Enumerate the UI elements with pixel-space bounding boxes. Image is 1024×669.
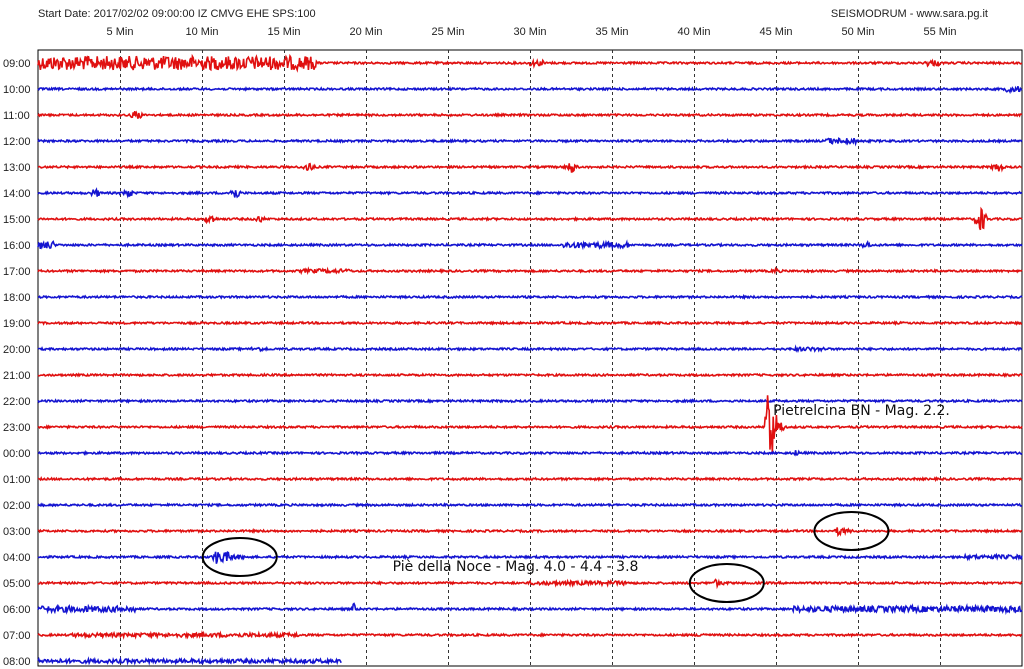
row-time-label: 15:00 xyxy=(3,214,31,226)
trace-red-row xyxy=(37,266,1023,276)
row-time-label: 04:00 xyxy=(3,552,31,564)
trace-blue-row xyxy=(37,656,342,666)
trace-red-row xyxy=(37,526,1023,538)
event-annotation: Piè della Noce - Mag. 4.0 - 4.4 - 3.8 xyxy=(393,559,639,575)
x-tick-label: 5 Min xyxy=(107,26,134,38)
row-time-label: 07:00 xyxy=(3,630,31,642)
row-time-label: 18:00 xyxy=(3,292,31,304)
x-tick-label: 40 Min xyxy=(677,26,710,38)
row-time-label: 10:00 xyxy=(3,84,31,96)
row-time-label: 02:00 xyxy=(3,500,31,512)
row-time-label: 14:00 xyxy=(3,188,31,200)
x-tick-label: 55 Min xyxy=(923,26,956,38)
row-time-label: 22:00 xyxy=(3,396,31,408)
row-time-label: 11:00 xyxy=(3,110,30,122)
row-time-label: 17:00 xyxy=(3,266,31,278)
x-tick-label: 30 Min xyxy=(513,26,546,38)
row-time-label: 12:00 xyxy=(3,136,31,148)
trace-blue-row xyxy=(38,293,1023,301)
row-time-label: 19:00 xyxy=(3,318,31,330)
trace-blue-row xyxy=(37,502,1023,508)
row-time-label: 01:00 xyxy=(3,474,31,486)
x-tick-label: 20 Min xyxy=(349,26,382,38)
seismogram-chart: 5 Min 10 Min 15 Min 20 Min 25 Min 30 Min 35 Mi… xyxy=(3,26,1023,668)
row-time-label: 20:00 xyxy=(3,344,31,356)
trace-red-row xyxy=(37,475,1023,483)
trace-blue-row xyxy=(37,344,1023,353)
row-time-label: 16:00 xyxy=(3,240,31,252)
row-time-label: 13:00 xyxy=(3,162,31,174)
row-time-label: 03:00 xyxy=(3,526,31,538)
event-annotation: Pietrelcina BN - Mag. 2.2. xyxy=(773,403,950,419)
row-time-label: 05:00 xyxy=(3,578,31,590)
row-time-label: 21:00 xyxy=(3,370,31,382)
x-tick-label: 45 Min xyxy=(759,26,792,38)
row-time-label: 09:00 xyxy=(3,58,31,70)
row-time-label: 23:00 xyxy=(3,422,31,434)
row-time-label: 08:00 xyxy=(3,656,31,668)
x-tick-label: 10 Min xyxy=(185,26,218,38)
row-time-label: 06:00 xyxy=(3,604,31,616)
x-tick-label: 50 Min xyxy=(841,26,874,38)
x-tick-label: 35 Min xyxy=(595,26,628,38)
x-tick-label: 25 Min xyxy=(431,26,464,38)
trace-blue-row xyxy=(37,398,1023,404)
x-tick-label: 15 Min xyxy=(267,26,300,38)
row-time-label: 00:00 xyxy=(3,448,31,460)
